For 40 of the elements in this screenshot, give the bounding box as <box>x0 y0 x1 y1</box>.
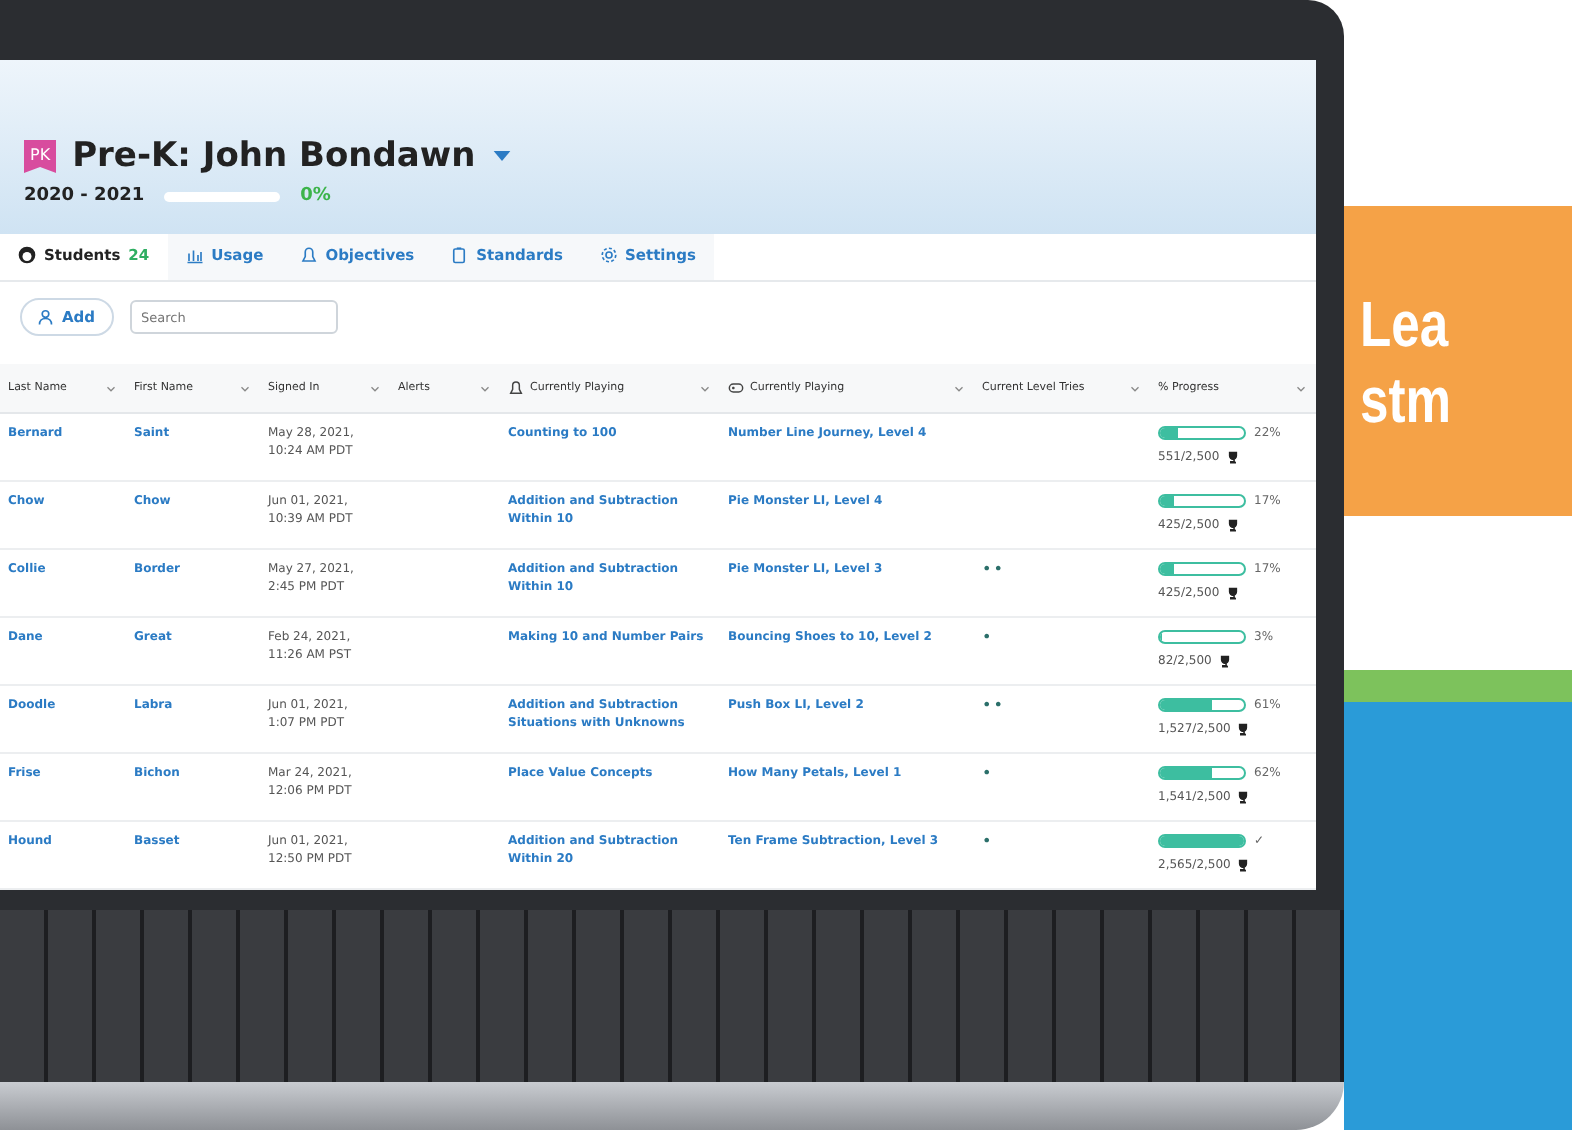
tries-dots: • <box>982 764 994 782</box>
caret-icon <box>491 146 512 166</box>
bell-icon <box>299 246 318 265</box>
trophy-icon <box>1236 722 1251 736</box>
chevron-icon <box>478 381 492 395</box>
chevron-icon <box>1294 381 1308 395</box>
banner-text: Lea <box>1360 285 1451 361</box>
chart-icon <box>185 246 204 265</box>
progress-track <box>1158 562 1246 576</box>
tries-dots: • <box>982 628 994 646</box>
bell-icon <box>508 380 524 396</box>
tries-dots: • <box>982 832 994 850</box>
trophy-icon <box>1236 790 1251 804</box>
chevron-icon <box>698 381 712 395</box>
progress-track <box>1158 426 1246 440</box>
chevron-icon <box>952 381 966 395</box>
user-icon <box>38 308 56 326</box>
clipboard-icon <box>450 246 469 265</box>
class-title: Pre-K: John Bondawn <box>72 136 476 176</box>
chevron-icon <box>104 381 118 395</box>
school-year: 2020 - 2021 <box>24 186 145 206</box>
trophy-icon <box>1236 858 1251 872</box>
trophy-icon <box>1225 518 1240 532</box>
trophy-icon <box>1225 586 1240 600</box>
chevron-icon <box>1128 381 1142 395</box>
trophy-icon <box>1217 654 1232 668</box>
tries-dots: •• <box>982 560 1005 578</box>
tries-dots: •• <box>982 696 1005 714</box>
progress-track <box>1158 766 1246 780</box>
chevron-icon <box>238 381 252 395</box>
progress-track <box>1158 630 1246 644</box>
progress-track <box>1158 494 1246 508</box>
chevron-icon <box>368 381 382 395</box>
progress-track <box>1158 834 1246 848</box>
trophy-icon <box>1225 450 1240 464</box>
banner-text: stm <box>1360 361 1454 437</box>
progress-percent: 0% <box>300 186 331 206</box>
grade-badge: PK <box>24 139 57 173</box>
gear-icon <box>599 246 617 265</box>
progress-track <box>1158 698 1246 712</box>
